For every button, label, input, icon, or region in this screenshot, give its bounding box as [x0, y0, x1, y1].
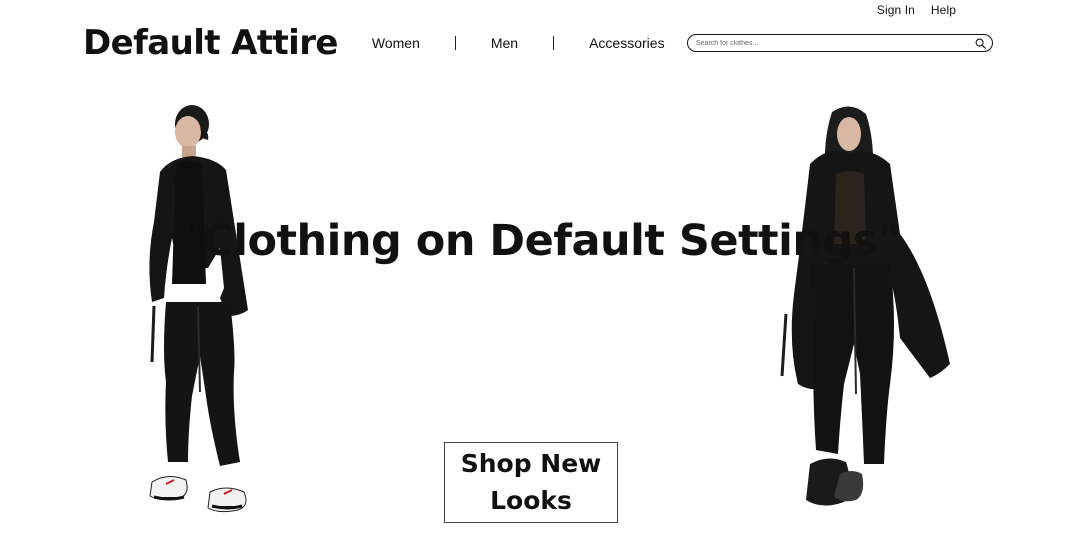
sign-in-link[interactable]: Sign In — [877, 3, 915, 17]
header: Default Attire Women Men Accessories — [83, 20, 993, 66]
shop-new-looks-button[interactable]: Shop New Looks — [444, 442, 618, 523]
utility-links: Sign In Help — [877, 3, 956, 17]
nav-divider — [553, 36, 555, 50]
search-input[interactable] — [696, 39, 974, 47]
page: Sign In Help Default Attire Women Men Ac… — [0, 0, 1080, 550]
search-bar[interactable] — [687, 34, 993, 52]
main-nav: Women Men Accessories — [372, 31, 665, 55]
nav-divider — [454, 36, 456, 50]
nav-item-accessories[interactable]: Accessories — [589, 36, 664, 50]
hero-title: "Clothing on Default Settings" — [180, 216, 900, 266]
nav-item-women[interactable]: Women — [372, 36, 420, 50]
model-right-image — [780, 106, 950, 506]
hero-section: "Clothing on Default Settings" Shop New … — [0, 66, 1080, 550]
model-left-image — [149, 105, 248, 513]
nav-item-men[interactable]: Men — [491, 36, 518, 50]
search-icon[interactable] — [974, 37, 986, 49]
shop-button-label: Shop New Looks — [460, 449, 602, 515]
logo[interactable]: Default Attire — [83, 26, 338, 60]
help-link[interactable]: Help — [931, 3, 956, 17]
